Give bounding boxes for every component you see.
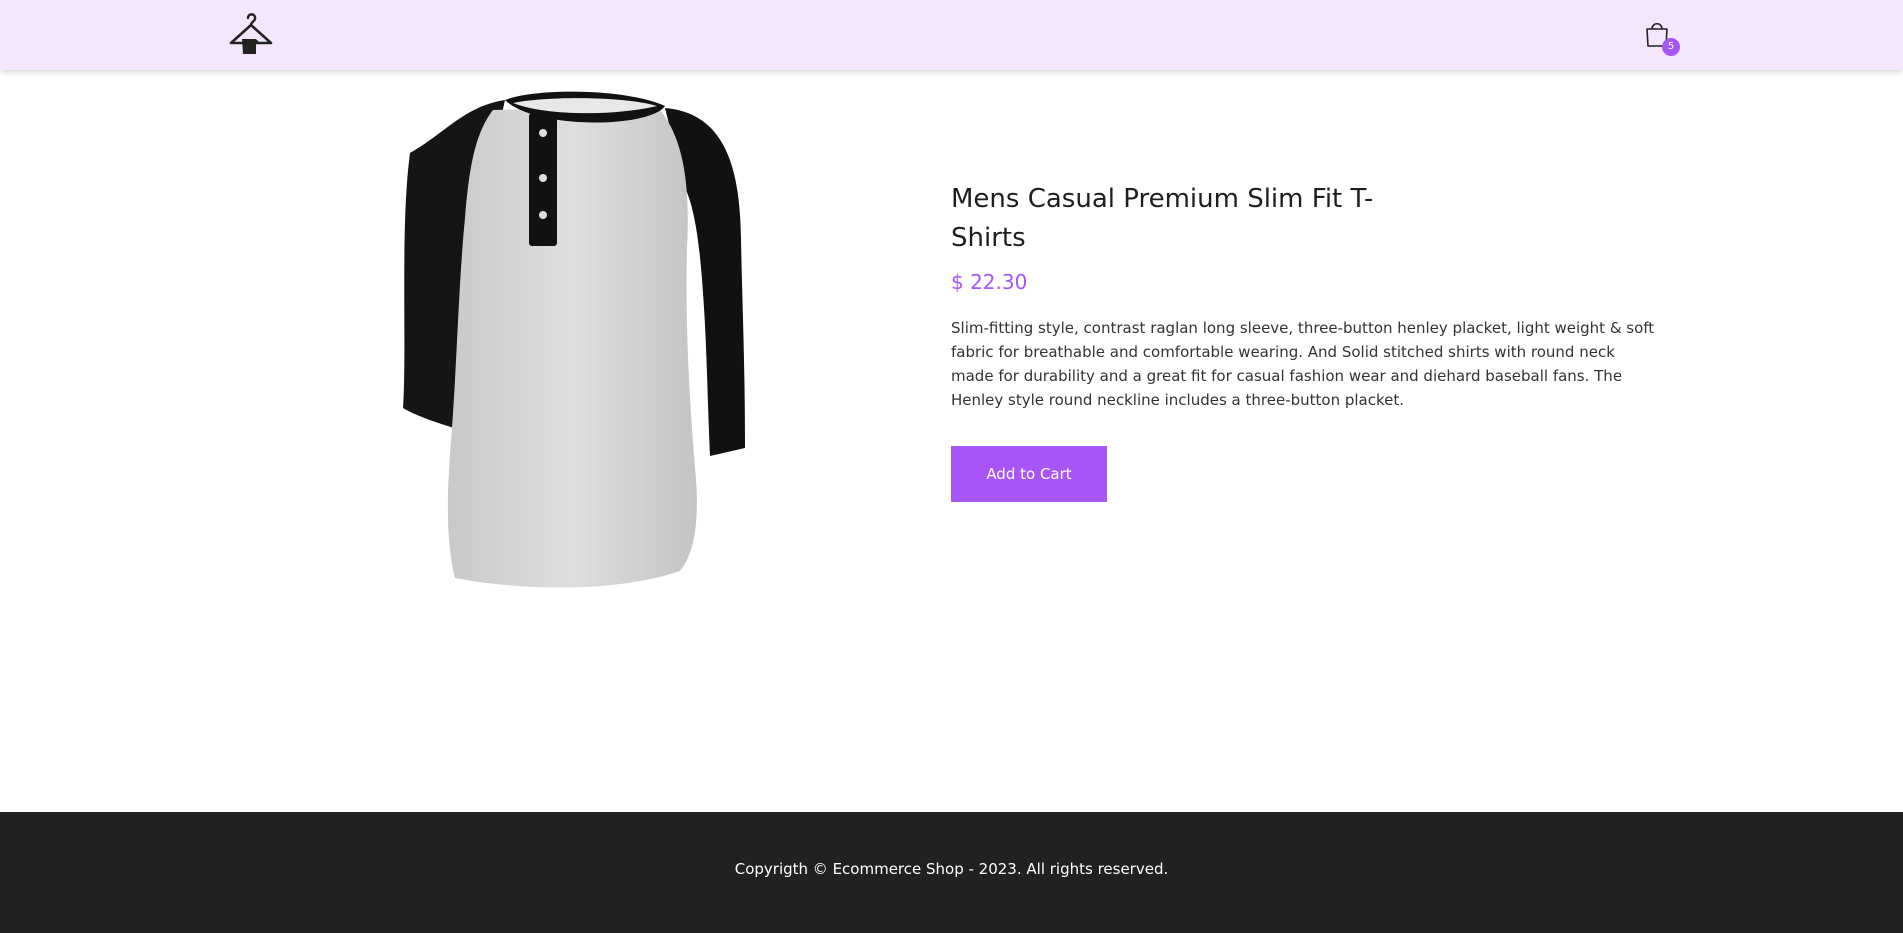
product-details: Mens Casual Premium Slim Fit T-Shirts $ … (951, 180, 1661, 502)
site-footer: Copyrigth © Ecommerce Shop - 2023. All r… (0, 812, 1903, 933)
product-title: Mens Casual Premium Slim Fit T-Shirts (951, 184, 1374, 253)
copyright-text: Copyrigth © Ecommerce Shop - 2023. All r… (734, 860, 1169, 878)
hanger-logo-icon[interactable] (228, 12, 274, 56)
add-to-cart-button[interactable]: Add to Cart (951, 446, 1107, 502)
cart-button[interactable]: 5 (1644, 20, 1680, 56)
cart-count-badge: 5 (1662, 38, 1680, 56)
product-image (395, 88, 785, 600)
product-price: $ 22.30 (951, 270, 1028, 294)
site-header: 5 (0, 0, 1903, 70)
product-description: Slim-fitting style, contrast raglan long… (951, 319, 1655, 409)
